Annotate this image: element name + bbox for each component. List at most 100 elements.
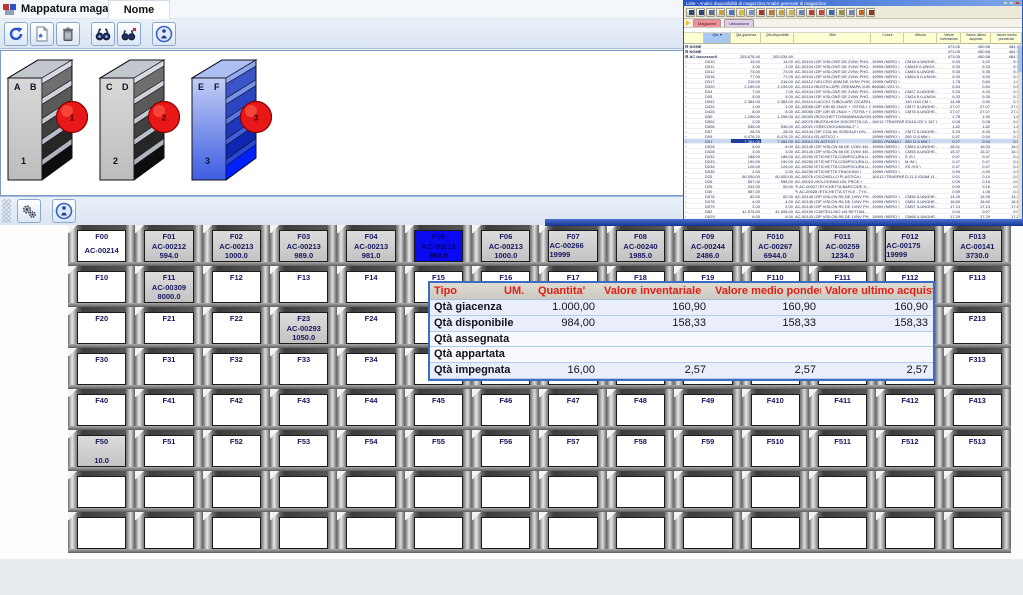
mini-toolbar-icon-5[interactable]	[736, 8, 745, 17]
mini-col-header[interactable]: Qta ▼	[704, 33, 731, 43]
mini-col-header[interactable]: Stile	[794, 33, 871, 43]
grid-cell-empty[interactable]	[809, 512, 876, 553]
tab-nome[interactable]: Nome	[108, 0, 170, 19]
grid-cell-F57[interactable]: F57	[539, 430, 606, 471]
mini-col-header[interactable]: Qtà giacenza	[731, 33, 761, 43]
mini-toolbar-icon-8[interactable]	[766, 8, 775, 17]
grid-cell-F45[interactable]: F45	[405, 389, 472, 430]
mini-col-header[interactable]	[684, 33, 704, 43]
grid-cell-empty[interactable]	[876, 512, 943, 553]
mini-toolbar-icon-12[interactable]	[806, 8, 815, 17]
grid-cell-F58[interactable]: F58	[607, 430, 674, 471]
mini-toolbar-icon-13[interactable]	[816, 8, 825, 17]
grid-cell-F08[interactable]: F08AC-002401985.0	[607, 225, 674, 266]
new-item-button[interactable]	[30, 22, 54, 46]
mini-toolbar-icon-3[interactable]	[716, 8, 725, 17]
grid-cell-F44[interactable]: F44	[337, 389, 404, 430]
mini-col-header[interactable]: Qtà disponibile	[761, 33, 794, 43]
grid-cell-F51[interactable]: F51	[135, 430, 202, 471]
grid-cell-F412[interactable]: F412	[876, 389, 943, 430]
settings-button[interactable]	[17, 199, 41, 223]
mini-col-header[interactable]: Valore inventariale	[937, 33, 961, 43]
grid-cell-F04[interactable]: F04AC-00213981.0	[337, 225, 404, 266]
grid-cell-empty[interactable]	[876, 471, 943, 512]
grid-cell-F22[interactable]: F22	[203, 307, 270, 348]
grid-cell-empty[interactable]	[674, 471, 741, 512]
find-advanced-button[interactable]	[117, 22, 141, 46]
grid-cell-empty[interactable]	[742, 512, 809, 553]
legend-button-2[interactable]	[52, 199, 76, 223]
mini-toolbar-icon-7[interactable]	[756, 8, 765, 17]
grid-cell-F40[interactable]: F40	[68, 389, 135, 430]
grid-cell-empty[interactable]	[539, 512, 606, 553]
mini-col-header[interactable]: Colore	[871, 33, 904, 43]
mini-toolbar-icon-16[interactable]	[846, 8, 855, 17]
mini-tab-1[interactable]: Ubicazione	[724, 19, 754, 27]
mini-toolbar-icon-9[interactable]	[776, 8, 785, 17]
grid-cell-F013[interactable]: F013AC-001413730.0	[944, 225, 1011, 266]
grid-cell-F50[interactable]: F5010.0	[68, 430, 135, 471]
grid-cell-empty[interactable]	[405, 471, 472, 512]
mini-toolbar-icon-6[interactable]	[746, 8, 755, 17]
grid-cell-F05[interactable]: F05AC-00213984.0	[405, 225, 472, 266]
grid-cell-empty[interactable]	[337, 512, 404, 553]
grid-cell-F20[interactable]: F20	[68, 307, 135, 348]
mini-toolbar-icon-11[interactable]	[796, 8, 805, 17]
grid-cell-empty[interactable]	[539, 471, 606, 512]
grid-cell-empty[interactable]	[68, 512, 135, 553]
mini-toolbar-icon-17[interactable]	[856, 8, 865, 17]
grid-cell-F03[interactable]: F03AC-00213989.0	[270, 225, 337, 266]
grid-cell-F13[interactable]: F13	[270, 266, 337, 307]
grid-cell-F34[interactable]: F34	[337, 348, 404, 389]
grid-cell-F313[interactable]: F313	[944, 348, 1011, 389]
grid-cell-F010[interactable]: F010AC-002676944.0	[742, 225, 809, 266]
mini-scrollbar[interactable]	[1018, 44, 1022, 220]
grid-cell-F11[interactable]: F11AC-003098000.0	[135, 266, 202, 307]
grid-cell-F43[interactable]: F43	[270, 389, 337, 430]
grid-cell-empty[interactable]	[607, 512, 674, 553]
find-button[interactable]	[91, 22, 115, 46]
grid-cell-F32[interactable]: F32	[203, 348, 270, 389]
grid-cell-F30[interactable]: F30	[68, 348, 135, 389]
grid-cell-F52[interactable]: F52	[203, 430, 270, 471]
grid-cell-empty[interactable]	[203, 471, 270, 512]
grid-cell-empty[interactable]	[944, 471, 1011, 512]
toolbar-grip[interactable]	[2, 199, 11, 223]
grid-cell-F56[interactable]: F56	[472, 430, 539, 471]
grid-cell-empty[interactable]	[405, 512, 472, 553]
mini-close-button[interactable]	[1015, 1, 1020, 5]
grid-cell-empty[interactable]	[944, 512, 1011, 553]
grid-cell-F31[interactable]: F31	[135, 348, 202, 389]
mini-toolbar-icon-1[interactable]	[696, 8, 705, 17]
mini-toolbar-icon-2[interactable]	[706, 8, 715, 17]
grid-cell-F511[interactable]: F511	[809, 430, 876, 471]
grid-cell-empty[interactable]	[742, 471, 809, 512]
warehouse-shelf-1[interactable]: A B 1 1	[6, 58, 90, 184]
grid-cell-F48[interactable]: F48	[607, 389, 674, 430]
grid-cell-empty[interactable]	[607, 471, 674, 512]
grid-cell-F53[interactable]: F53	[270, 430, 337, 471]
grid-cell-empty[interactable]	[135, 471, 202, 512]
mini-toolbar-icon-0[interactable]	[686, 8, 695, 17]
grid-cell-F24[interactable]: F24	[337, 307, 404, 348]
grid-cell-empty[interactable]	[472, 471, 539, 512]
grid-cell-F012[interactable]: F012AC-00175 1999956.0	[876, 225, 943, 266]
grid-cell-F510[interactable]: F510	[742, 430, 809, 471]
grid-cell-F011[interactable]: F011AC-002591234.0	[809, 225, 876, 266]
grid-cell-F55[interactable]: F55	[405, 430, 472, 471]
grid-cell-empty[interactable]	[203, 512, 270, 553]
grid-cell-empty[interactable]	[135, 512, 202, 553]
grid-cell-F21[interactable]: F21	[135, 307, 202, 348]
refresh-button[interactable]	[4, 22, 28, 46]
mini-toolbar-icon-10[interactable]	[786, 8, 795, 17]
grid-cell-F07[interactable]: F07AC-00266 19999870.0	[539, 225, 606, 266]
grid-cell-F10[interactable]: F10	[68, 266, 135, 307]
mini-minimize-button[interactable]	[1003, 1, 1008, 5]
grid-cell-F513[interactable]: F513	[944, 430, 1011, 471]
grid-cell-F47[interactable]: F47	[539, 389, 606, 430]
grid-cell-F410[interactable]: F410	[742, 389, 809, 430]
mini-toolbar-icon-14[interactable]	[826, 8, 835, 17]
mini-maximize-button[interactable]	[1009, 1, 1014, 5]
grid-cell-F02[interactable]: F02AC-002131000.0	[203, 225, 270, 266]
grid-cell-F01[interactable]: F01AC-00212594.0	[135, 225, 202, 266]
